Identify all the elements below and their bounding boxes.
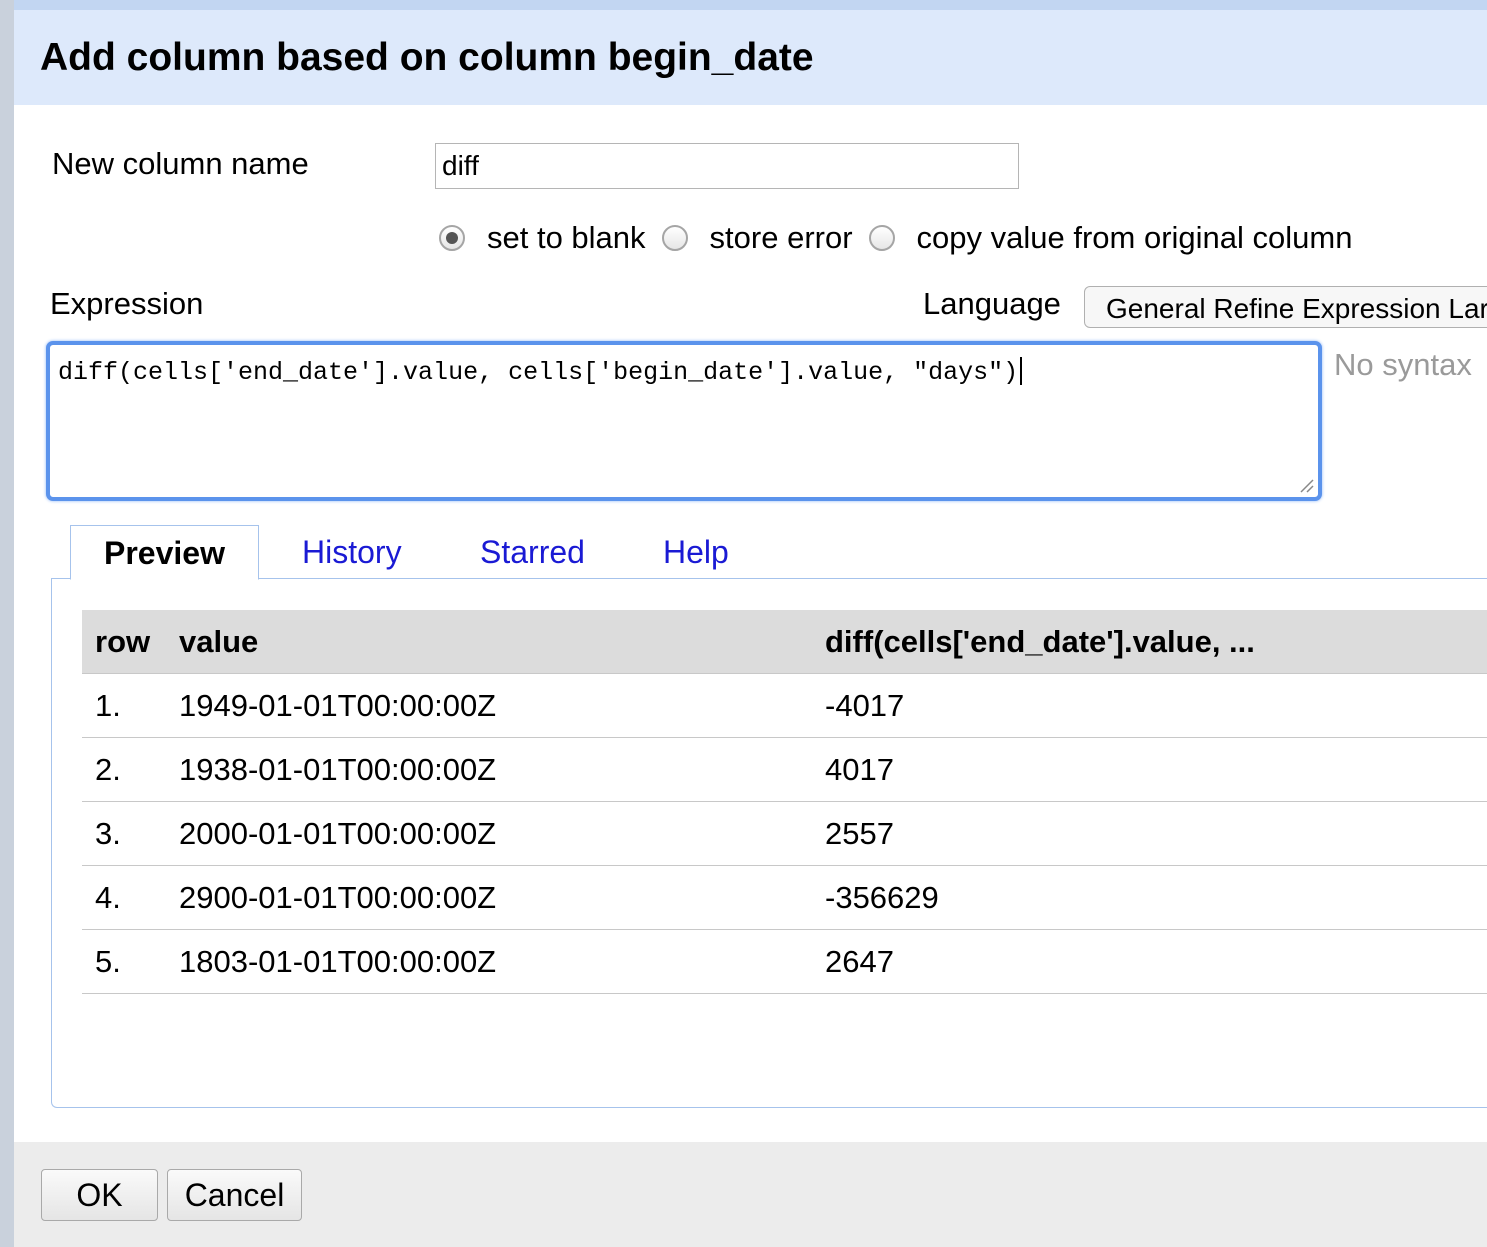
dialog-title: Add column based on column begin_date [40, 36, 814, 79]
expression-label: Expression [50, 286, 204, 321]
cell-result: 2647 [825, 929, 1487, 994]
row-number: 5. [82, 929, 179, 994]
row-number: 4. [82, 865, 179, 930]
cell-result: 2557 [825, 801, 1487, 866]
preview-table: row value diff(cells['end_date'].value, … [82, 610, 1487, 994]
cell-value: 2900-01-01T00:00:00Z [179, 865, 825, 930]
tab-starred[interactable]: Starred [480, 525, 585, 580]
add-column-dialog: Add column based on column begin_date Ne… [14, 0, 1487, 1247]
resize-grip-icon[interactable] [1298, 477, 1314, 493]
cell-result: -4017 [825, 673, 1487, 738]
store-error-radio[interactable] [661, 225, 688, 251]
set-to-blank-label[interactable]: set to blank [487, 220, 646, 256]
row-number: 2. [82, 737, 179, 802]
ok-button[interactable]: OK [41, 1169, 158, 1221]
copy-value-label[interactable]: copy value from original column [917, 220, 1353, 256]
cell-value: 1949-01-01T00:00:00Z [179, 673, 825, 738]
expression-text[interactable]: diff(cells['end_date'].value, cells['beg… [58, 357, 1023, 387]
on-error-options: set to blank store error copy value from… [439, 218, 1368, 258]
row-number: 3. [82, 801, 179, 866]
table-header-row: row value diff(cells['end_date'].value, … [82, 610, 1487, 674]
cell-result: 4017 [825, 737, 1487, 802]
dialog-title-bar[interactable]: Add column based on column begin_date [14, 0, 1487, 105]
table-row: 2. 1938-01-01T00:00:00Z 4017 [82, 737, 1487, 802]
tab-history[interactable]: History [302, 525, 402, 580]
syntax-status: No syntax [1334, 347, 1472, 382]
language-label: Language [923, 286, 1061, 321]
new-column-name-input[interactable] [435, 143, 1019, 189]
cancel-button[interactable]: Cancel [167, 1169, 302, 1221]
cell-value: 1938-01-01T00:00:00Z [179, 737, 825, 802]
table-row: 3. 2000-01-01T00:00:00Z 2557 [82, 801, 1487, 866]
copy-value-radio[interactable] [868, 225, 895, 251]
table-row: 1. 1949-01-01T00:00:00Z -4017 [82, 673, 1487, 738]
language-select[interactable]: General Refine Expression Lar [1084, 286, 1487, 328]
tab-preview[interactable]: Preview [70, 525, 259, 580]
new-column-name-label: New column name [52, 146, 309, 181]
text-caret [1020, 357, 1023, 385]
header-expression: diff(cells['end_date'].value, ... [825, 610, 1487, 674]
tab-help[interactable]: Help [663, 525, 729, 580]
window-left-edge [0, 0, 15, 1247]
header-value: value [179, 610, 825, 674]
cell-result: -356629 [825, 865, 1487, 930]
cell-value: 2000-01-01T00:00:00Z [179, 801, 825, 866]
store-error-label[interactable]: store error [710, 220, 853, 256]
header-row: row [82, 610, 179, 674]
radio-selected-dot [446, 232, 458, 244]
row-number: 1. [82, 673, 179, 738]
table-row: 5. 1803-01-01T00:00:00Z 2647 [82, 929, 1487, 994]
set-to-blank-radio[interactable] [439, 225, 465, 251]
table-row: 4. 2900-01-01T00:00:00Z -356629 [82, 865, 1487, 930]
expression-editor[interactable]: diff(cells['end_date'].value, cells['beg… [46, 341, 1322, 501]
cell-value: 1803-01-01T00:00:00Z [179, 929, 825, 994]
expression-code: diff(cells['end_date'].value, cells['beg… [58, 358, 1019, 387]
